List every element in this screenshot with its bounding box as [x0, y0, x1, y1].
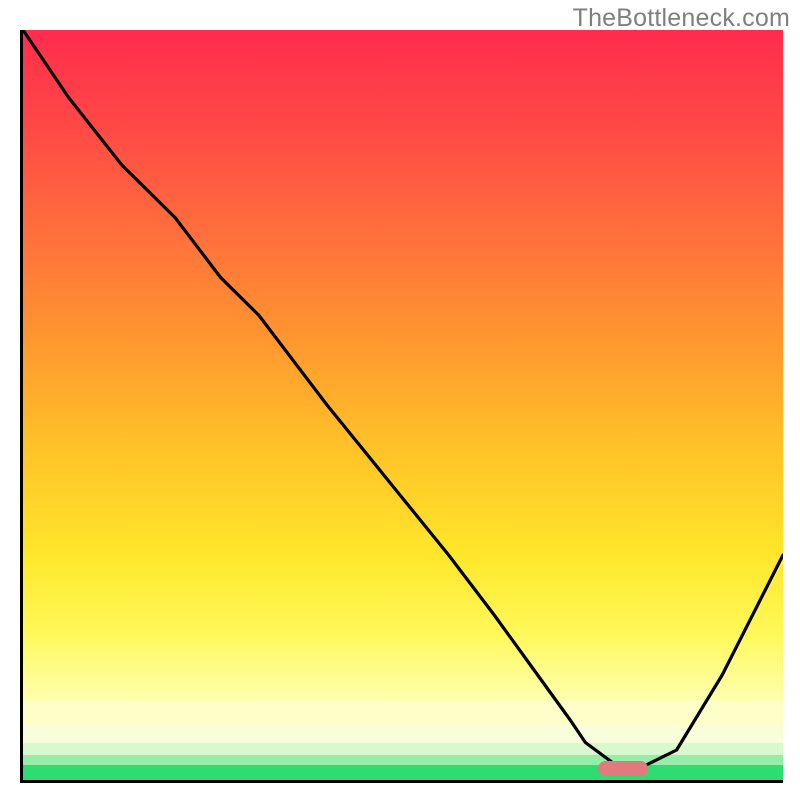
- plot-area: [20, 30, 783, 783]
- curve-path: [23, 30, 783, 765]
- optimal-marker: [598, 761, 648, 776]
- bottleneck-curve: [23, 30, 783, 780]
- chart-container: TheBottleneck.com: [0, 0, 800, 800]
- watermark-text: TheBottleneck.com: [573, 4, 790, 33]
